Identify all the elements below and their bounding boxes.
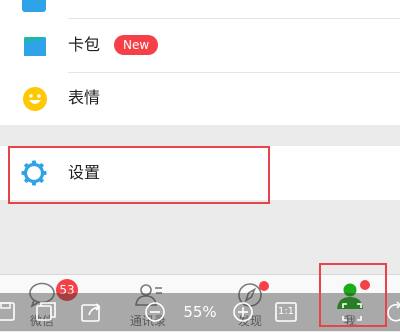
actual-size-button[interactable]: 1:1 xyxy=(274,301,298,323)
menu-row-kabao[interactable]: 卡包 xyxy=(0,20,400,72)
menu-row-settings[interactable]: 设置 xyxy=(0,146,400,200)
gear-icon xyxy=(20,159,48,187)
smiley-icon xyxy=(21,85,49,113)
share-icon[interactable] xyxy=(80,301,104,323)
copy-icon[interactable] xyxy=(34,301,58,323)
me-dot xyxy=(360,280,370,290)
actual-size-label: 1:1 xyxy=(277,306,295,317)
save-icon[interactable] xyxy=(0,301,18,323)
kabao-label: 卡包 xyxy=(68,35,101,54)
fit-screen-icon[interactable] xyxy=(340,301,364,323)
settings-group: 设置 xyxy=(0,146,400,200)
image-viewer-toolbar: 55% 1:1 xyxy=(0,293,400,331)
settings-label: 设置 xyxy=(68,163,101,182)
zoom-in-icon[interactable] xyxy=(231,301,255,323)
biaoqing-label: 表情 xyxy=(68,88,101,107)
card-wallet-icon xyxy=(21,32,49,60)
zoom-out-icon[interactable] xyxy=(143,301,167,323)
zoom-level: 55% xyxy=(183,303,217,321)
new-badge: New xyxy=(114,35,159,55)
discover-dot xyxy=(259,281,269,291)
partial-icon xyxy=(22,0,46,12)
menu-row-partial[interactable] xyxy=(0,0,400,18)
rotate-icon[interactable] xyxy=(384,301,400,323)
menu-row-biaoqing[interactable]: 表情 xyxy=(0,73,400,125)
me-menu-group: 卡包 New 表情 xyxy=(0,0,400,125)
divider xyxy=(68,18,400,19)
